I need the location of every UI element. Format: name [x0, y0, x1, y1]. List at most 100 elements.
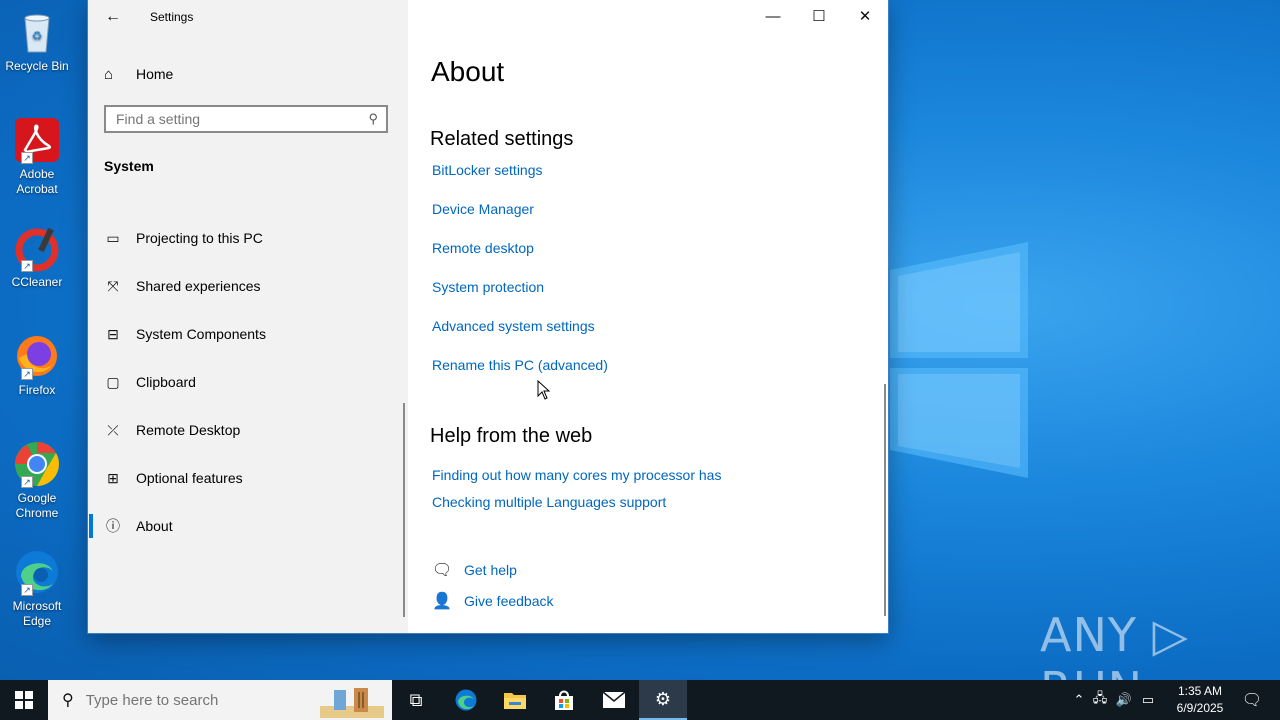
- recycle-bin-icon: ♻: [13, 8, 61, 56]
- desktop-icon-label: Microsoft Edge: [12, 599, 62, 628]
- search-icon: ⚲: [368, 111, 378, 126]
- taskbar-store-button[interactable]: [540, 680, 588, 720]
- sidebar-item-label: About: [136, 518, 173, 534]
- link-remote-desktop[interactable]: Remote desktop: [432, 240, 534, 256]
- notification-center-button[interactable]: 🗨: [1228, 680, 1276, 720]
- desktop-icon-label: Firefox: [18, 383, 56, 397]
- edge-icon: [455, 689, 477, 711]
- anyrun-watermark: ANY ▷ RUN: [1040, 608, 1189, 680]
- remote-desktop-icon: ⤫: [107, 421, 119, 438]
- shortcut-arrow-icon: ↗: [21, 152, 33, 164]
- help-from-web-heading: Help from the web: [430, 425, 593, 447]
- sidebar-item-label: Remote Desktop: [136, 422, 241, 438]
- search-icon: ⚲: [62, 692, 74, 709]
- network-icon[interactable]: 🖧: [1088, 689, 1112, 711]
- windows-logo-icon: [15, 691, 33, 709]
- shared-experiences-icon: ⤧: [107, 277, 119, 294]
- taskbar-mail-button[interactable]: [590, 680, 638, 720]
- back-button[interactable]: ←: [102, 6, 124, 28]
- window-title: Settings: [150, 10, 194, 24]
- ccleaner-icon: ↗: [13, 224, 61, 272]
- section-label-system: System: [104, 158, 154, 174]
- shortcut-arrow-icon: ↗: [21, 368, 33, 380]
- start-button[interactable]: [0, 680, 48, 720]
- link-multiple-languages[interactable]: Checking multiple Languages support: [432, 494, 666, 510]
- page-title: About: [431, 56, 505, 87]
- optional-features-icon: ⊞: [107, 469, 119, 486]
- system-tray: ⌃ 🖧 🔊 ▭: [1070, 680, 1160, 720]
- desktop-icon-adobe-acrobat[interactable]: ↗ Adobe Acrobat: [4, 116, 70, 197]
- close-icon: ✕: [858, 8, 872, 25]
- show-hidden-icons-chevron-icon[interactable]: ⌃: [1070, 692, 1088, 708]
- minimize-button[interactable]: —: [750, 4, 796, 30]
- find-setting-input[interactable]: [106, 107, 366, 131]
- desktop-icon-google-chrome[interactable]: ↗ Google Chrome: [4, 440, 70, 521]
- sidebar-item-label: Projecting to this PC: [136, 230, 263, 246]
- give-feedback-label: Give feedback: [464, 593, 554, 609]
- find-setting-search[interactable]: ⚲: [104, 105, 388, 133]
- sidebar-item-remote-desktop[interactable]: ⤫ Remote Desktop: [104, 418, 394, 442]
- sidebar-item-projecting[interactable]: ▭ Projecting to this PC: [104, 226, 394, 250]
- desktop-icon-label: Google Chrome: [15, 491, 59, 520]
- desktop-icon-label: Recycle Bin: [5, 59, 69, 73]
- firefox-icon: ↗: [13, 332, 61, 380]
- info-icon: ⓘ: [106, 518, 120, 534]
- svg-text:♻: ♻: [32, 29, 43, 43]
- chrome-icon: ↗: [13, 440, 61, 488]
- battery-saver-icon[interactable]: ▭: [1136, 692, 1160, 708]
- adobe-acrobat-icon: ↗: [13, 116, 61, 164]
- store-icon: [555, 690, 573, 710]
- back-arrow-icon: ←: [105, 8, 121, 25]
- sidebar-scrollbar[interactable]: [403, 403, 405, 617]
- clipboard-icon: ▢: [106, 373, 120, 390]
- taskbar-edge-button[interactable]: [442, 680, 490, 720]
- volume-icon[interactable]: 🔊: [1112, 692, 1136, 708]
- link-rename-this-pc[interactable]: Rename this PC (advanced): [432, 357, 608, 373]
- taskbar-settings-button[interactable]: ⚙: [639, 680, 687, 720]
- components-icon: ⊟: [107, 325, 119, 342]
- close-button[interactable]: ✕: [842, 4, 888, 30]
- projector-icon: ▭: [106, 229, 120, 246]
- sidebar-item-label: Shared experiences: [136, 278, 261, 294]
- gear-icon: ⚙: [654, 688, 672, 709]
- taskbar-search-input[interactable]: [83, 690, 308, 710]
- taskbar-search-box[interactable]: ⚲: [48, 680, 392, 720]
- desktop-icon-firefox[interactable]: ↗ Firefox: [4, 332, 70, 398]
- link-processor-cores[interactable]: Finding out how many cores my processor …: [432, 467, 721, 483]
- link-advanced-system-settings[interactable]: Advanced system settings: [432, 318, 595, 334]
- desktop-icon-label: Adobe Acrobat: [16, 167, 58, 196]
- taskbar-file-explorer-button[interactable]: [491, 680, 539, 720]
- link-system-protection[interactable]: System protection: [432, 279, 544, 295]
- desktop-icon-recycle-bin[interactable]: ♻ Recycle Bin: [4, 8, 70, 74]
- settings-sidebar: ← Settings ⌂ Home ⚲ System ▭ Projecting …: [88, 0, 408, 633]
- mouse-cursor-icon: [537, 380, 551, 400]
- settings-window: ← Settings ⌂ Home ⚲ System ▭ Projecting …: [88, 0, 888, 633]
- notification-icon: 🗨: [1241, 692, 1263, 709]
- maximize-button[interactable]: ☐: [796, 4, 842, 30]
- maximize-icon: ☐: [812, 8, 826, 25]
- main-scrollbar[interactable]: [884, 384, 886, 616]
- get-help-link[interactable]: 🗨 Get help: [432, 560, 517, 580]
- desktop-icon-microsoft-edge[interactable]: ↗ Microsoft Edge: [4, 548, 70, 629]
- settings-main-pane: — ☐ ✕ About Related settings BitLocker s…: [408, 0, 888, 633]
- minimize-icon: —: [765, 8, 781, 25]
- sidebar-item-optional-features[interactable]: ⊞ Optional features: [104, 466, 394, 490]
- shortcut-arrow-icon: ↗: [21, 260, 33, 272]
- give-feedback-link[interactable]: 👤 Give feedback: [432, 591, 554, 611]
- sidebar-item-shared-experiences[interactable]: ⤧ Shared experiences: [104, 274, 394, 298]
- home-nav-item[interactable]: ⌂ Home: [104, 62, 173, 86]
- link-bitlocker-settings[interactable]: BitLocker settings: [432, 162, 543, 178]
- sidebar-item-system-components[interactable]: ⊟ System Components: [104, 322, 394, 346]
- sidebar-item-about[interactable]: ⓘ About: [89, 514, 394, 538]
- get-help-label: Get help: [464, 562, 517, 578]
- edge-icon: ↗: [13, 548, 61, 596]
- link-device-manager[interactable]: Device Manager: [432, 201, 534, 217]
- windows-wallpaper-logo: [860, 200, 1028, 520]
- task-view-icon: ⧉: [409, 689, 423, 710]
- folder-icon: [504, 693, 526, 709]
- sidebar-item-clipboard[interactable]: ▢ Clipboard: [104, 370, 394, 394]
- task-view-button[interactable]: ⧉: [392, 680, 440, 720]
- taskbar: ⚲ ⧉ ⚙ ⌃ 🖧 🔊 ▭ 1:35 AM 6/9/2025 🗨: [0, 680, 1280, 720]
- desktop-icon-ccleaner[interactable]: ↗ CCleaner: [4, 224, 70, 290]
- shortcut-arrow-icon: ↗: [21, 476, 33, 488]
